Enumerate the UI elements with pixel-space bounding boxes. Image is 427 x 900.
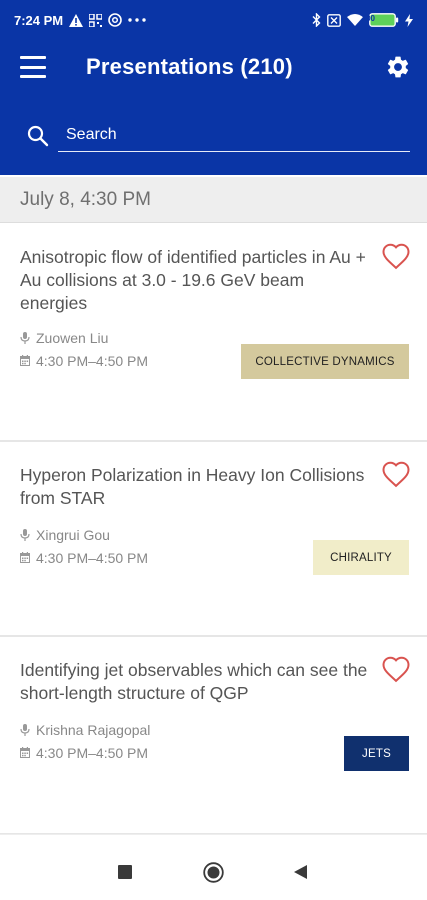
topic-tag[interactable]: CHIRALITY <box>313 540 409 575</box>
speaker-row: Krishna Rajagopal <box>20 722 150 738</box>
at-sign-icon <box>108 13 122 27</box>
back-triangle-icon[interactable] <box>294 865 307 884</box>
time-range: 4:30 PM–4:50 PM <box>36 745 149 761</box>
microphone-icon <box>20 724 30 736</box>
date-section-header: July 8, 4:30 PM <box>0 177 427 223</box>
time-row: 4:30 PM–4:50 PM <box>20 550 148 566</box>
toolbar: Presentations (210) <box>0 44 427 92</box>
presentation-card[interactable]: Identifying jet observables which can se… <box>0 636 427 834</box>
system-nav-bar <box>0 834 427 900</box>
speaker-name: Xingrui Gou <box>36 527 110 543</box>
search-bar <box>0 112 427 160</box>
sim-x-icon <box>327 13 341 27</box>
page-title: Presentations (210) <box>86 54 293 79</box>
home-circle-icon[interactable] <box>203 862 224 888</box>
charging-icon <box>405 13 413 27</box>
more-dots-icon <box>128 18 146 22</box>
calendar-icon <box>20 355 30 367</box>
heart-icon[interactable] <box>381 460 411 488</box>
time-range: 4:30 PM–4:50 PM <box>36 550 149 566</box>
app-header: 7:24 PM 100 Presentations (210) Search <box>0 0 427 175</box>
topic-tag[interactable]: COLLECTIVE DYNAMICS <box>241 344 409 379</box>
speaker-row: Xingrui Gou <box>20 527 110 543</box>
qr-code-icon <box>89 13 103 27</box>
settings-gear-icon[interactable] <box>385 54 411 80</box>
warning-icon <box>69 13 84 27</box>
microphone-icon <box>20 529 30 541</box>
status-left: 7:24 PM <box>14 13 146 28</box>
presentation-title: Anisotropic flow of identified particles… <box>20 247 366 313</box>
menu-icon[interactable] <box>20 56 46 78</box>
presentation-title: Hyperon Polarization in Heavy Ion Collis… <box>20 465 365 508</box>
status-bar: 7:24 PM 100 <box>0 0 427 40</box>
topic-tag[interactable]: JETS <box>344 736 409 771</box>
time-row: 4:30 PM–4:50 PM <box>20 745 148 761</box>
speaker-row: Zuowen Liu <box>20 330 108 346</box>
time-row: 4:30 PM–4:50 PM <box>20 353 148 369</box>
calendar-icon <box>20 747 30 759</box>
time-range: 4:30 PM–4:50 PM <box>36 353 149 369</box>
speaker-name: Krishna Rajagopal <box>36 722 151 738</box>
speaker-name: Zuowen Liu <box>36 330 109 346</box>
recents-square-icon[interactable] <box>118 865 132 884</box>
heart-icon[interactable] <box>381 242 411 270</box>
presentation-card[interactable]: Hyperon Polarization in Heavy Ion Collis… <box>0 441 427 636</box>
calendar-icon <box>20 552 30 564</box>
battery-level: 100 <box>361 14 375 23</box>
bluetooth-icon <box>312 13 321 27</box>
section-date: July 8, 4:30 PM <box>20 189 151 210</box>
search-input[interactable] <box>58 118 410 152</box>
presentation-title: Identifying jet observables which can se… <box>20 660 368 703</box>
search-icon <box>26 124 50 148</box>
microphone-icon <box>20 332 30 344</box>
status-time: 7:24 PM <box>14 12 64 28</box>
presentation-card[interactable]: Anisotropic flow of identified particles… <box>0 224 427 441</box>
status-right: 100 <box>312 13 413 27</box>
app-root: 7:24 PM 100 Presentations (210) Search J… <box>0 0 427 900</box>
heart-icon[interactable] <box>381 655 411 683</box>
wifi-icon <box>347 14 363 26</box>
